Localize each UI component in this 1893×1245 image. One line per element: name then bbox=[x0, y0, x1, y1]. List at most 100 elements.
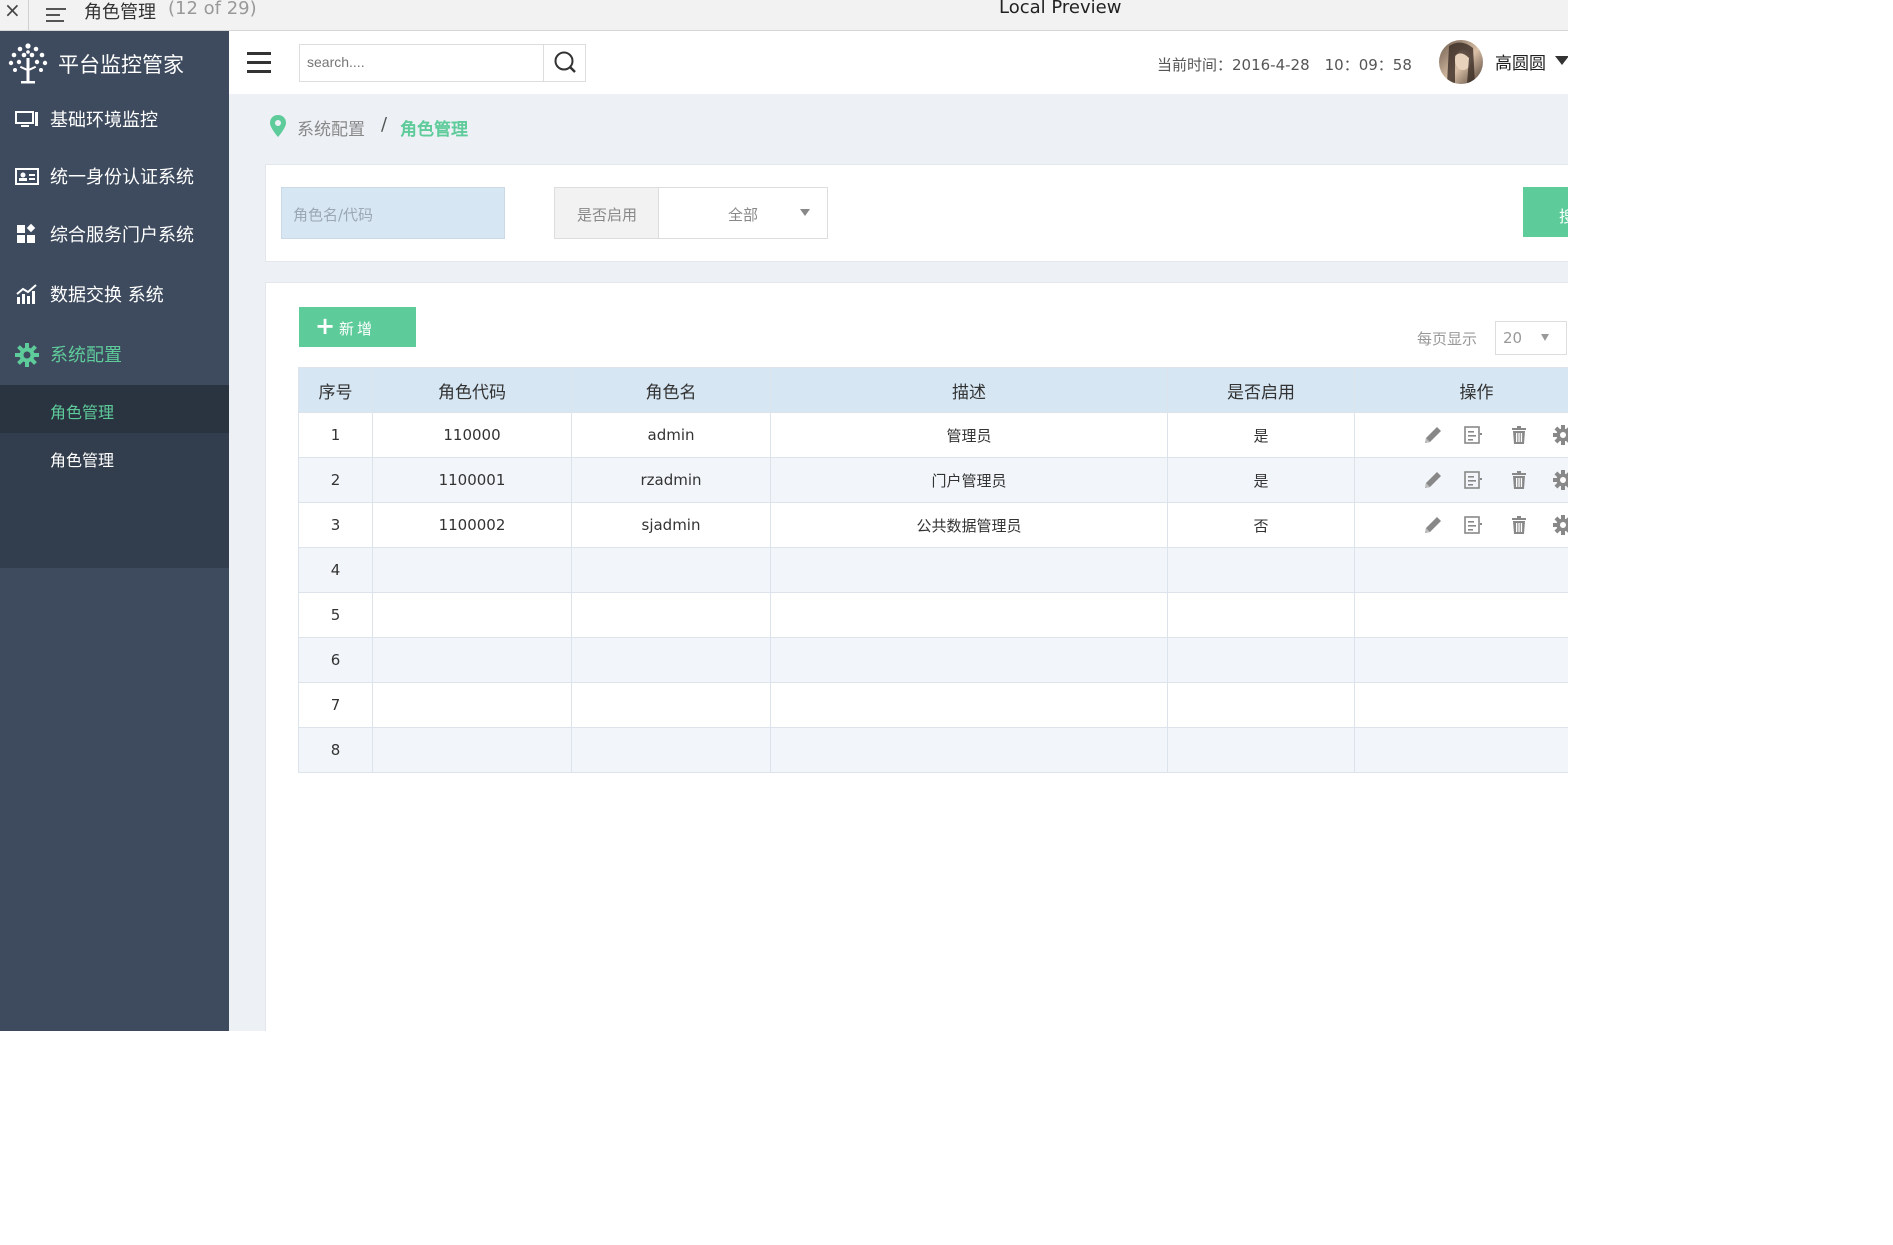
cell-index: 7 bbox=[298, 682, 373, 728]
col-header-enabled: 是否启用 bbox=[1167, 367, 1355, 413]
app-logo-text: 平台监控管家 bbox=[58, 53, 184, 77]
add-button[interactable]: + 新增 bbox=[299, 307, 416, 347]
close-icon[interactable]: × bbox=[4, 0, 21, 22]
sidebar-item-infra-monitor[interactable]: 基础环境监控 bbox=[0, 99, 229, 139]
cell-enabled: 是 bbox=[1167, 412, 1355, 458]
cell-description bbox=[770, 592, 1168, 638]
menu-icon[interactable] bbox=[46, 4, 66, 26]
main-content: 系统配置 / 角色管理 角色名/代码 是否启用 全部 搜 + 新增 每页显示 2… bbox=[229, 94, 1568, 1031]
cell-index: 5 bbox=[298, 592, 373, 638]
per-page-value: 20 bbox=[1503, 329, 1523, 347]
breadcrumb-separator: / bbox=[381, 114, 388, 135]
per-page-label: 每页显示 bbox=[1417, 330, 1478, 348]
cell-enabled bbox=[1167, 592, 1355, 638]
col-header-index: 序号 bbox=[298, 367, 373, 413]
sidebar-item-label: 数据交换 系统 bbox=[50, 285, 164, 306]
filter-panel: 角色名/代码 是否启用 全部 搜 bbox=[265, 164, 1568, 262]
enabled-filter-label-text: 是否启用 bbox=[577, 206, 638, 224]
per-page-select[interactable]: 20 bbox=[1495, 321, 1567, 355]
sidebar-item-system-config[interactable]: 系统配置 bbox=[0, 334, 229, 374]
hamburger-icon[interactable] bbox=[247, 52, 271, 79]
cell-name bbox=[571, 547, 771, 593]
gear-icon[interactable] bbox=[1552, 424, 1568, 446]
cell-index: 2 bbox=[298, 457, 373, 503]
submenu-item-role-management[interactable]: 角色管理 bbox=[0, 385, 229, 433]
cell-description: 门户管理员 bbox=[770, 457, 1168, 503]
cell-description bbox=[770, 682, 1168, 728]
sidebar-item-data-exchange[interactable]: 数据交换 系统 bbox=[0, 274, 229, 314]
cell-code bbox=[372, 682, 572, 728]
cell-name: rzadmin bbox=[571, 457, 771, 503]
trash-icon[interactable] bbox=[1508, 514, 1530, 536]
avatar[interactable] bbox=[1439, 40, 1483, 84]
col-header-description: 描述 bbox=[770, 367, 1168, 413]
window-title: 角色管理 bbox=[84, 2, 156, 23]
cell-actions bbox=[1354, 592, 1568, 638]
window-page-count: (12 of 29) bbox=[168, 0, 257, 19]
cell-index: 4 bbox=[298, 547, 373, 593]
role-name-input[interactable]: 角色名/代码 bbox=[281, 187, 505, 239]
table-row: 5 bbox=[298, 592, 1568, 638]
pencil-icon[interactable] bbox=[1422, 469, 1444, 491]
breadcrumb-parent[interactable]: 系统配置 bbox=[297, 115, 365, 140]
search-input[interactable] bbox=[300, 45, 550, 79]
trash-icon[interactable] bbox=[1508, 469, 1530, 491]
cell-enabled bbox=[1167, 547, 1355, 593]
detail-icon[interactable] bbox=[1462, 514, 1484, 536]
detail-icon[interactable] bbox=[1462, 469, 1484, 491]
gear-icon[interactable] bbox=[1552, 469, 1568, 491]
preview-title: Local Preview bbox=[999, 0, 1122, 18]
sidebar-item-label: 综合服务门户系统 bbox=[50, 225, 194, 246]
enabled-filter-label: 是否启用 bbox=[554, 187, 660, 239]
cell-actions bbox=[1354, 682, 1568, 728]
table-row: 8 bbox=[298, 727, 1568, 773]
gear-icon[interactable] bbox=[1552, 514, 1568, 536]
gear-icon bbox=[15, 343, 39, 367]
cell-name bbox=[571, 592, 771, 638]
app-viewport: × 角色管理 (12 of 29) Local Preview 平台监控管家 基… bbox=[0, 0, 1568, 1031]
cell-description bbox=[770, 547, 1168, 593]
cell-description: 管理员 bbox=[770, 412, 1168, 458]
cell-enabled bbox=[1167, 727, 1355, 773]
sidebar-item-identity-auth[interactable]: 统一身份认证系统 bbox=[0, 156, 229, 196]
cell-actions bbox=[1354, 457, 1568, 503]
username[interactable]: 高圆圆 bbox=[1495, 49, 1546, 74]
query-button[interactable]: 搜 bbox=[1523, 187, 1568, 237]
pencil-icon[interactable] bbox=[1422, 424, 1444, 446]
submenu-item-label: 角色管理 bbox=[50, 403, 115, 422]
table-row: 3 1100002 sjadmin 公共数据管理员否 bbox=[298, 502, 1568, 548]
cell-description: 公共数据管理员 bbox=[770, 502, 1168, 548]
col-header-actions: 操作 bbox=[1354, 367, 1568, 413]
detail-icon[interactable] bbox=[1462, 424, 1484, 446]
window-titlebar: × 角色管理 (12 of 29) Local Preview bbox=[0, 0, 1568, 31]
enabled-filter-select[interactable]: 全部 bbox=[658, 187, 828, 239]
sidebar-item-label: 基础环境监控 bbox=[50, 110, 158, 131]
caret-down-icon bbox=[800, 209, 810, 216]
sidebar-item-service-portal[interactable]: 综合服务门户系统 bbox=[0, 214, 229, 254]
caret-down-icon[interactable] bbox=[1555, 56, 1568, 65]
cell-index: 6 bbox=[298, 637, 373, 683]
cell-code: 1100002 bbox=[372, 502, 572, 548]
cell-code: 110000 bbox=[372, 412, 572, 458]
location-pin-icon bbox=[269, 114, 287, 142]
monitor-icon bbox=[15, 108, 39, 130]
cell-code bbox=[372, 637, 572, 683]
search-box bbox=[299, 44, 586, 82]
cell-name: sjadmin bbox=[571, 502, 771, 548]
chart-icon bbox=[15, 283, 39, 305]
cell-actions bbox=[1354, 727, 1568, 773]
submenu-item-role-management-2[interactable]: 角色管理 bbox=[0, 433, 229, 481]
plus-icon: + bbox=[315, 312, 336, 340]
cell-actions bbox=[1354, 547, 1568, 593]
cell-code: 1100001 bbox=[372, 457, 572, 503]
cell-enabled: 是 bbox=[1167, 457, 1355, 503]
cell-name bbox=[571, 682, 771, 728]
top-header: 当前时间：2016-4-28 10：09：58 高圆圆 bbox=[229, 31, 1568, 94]
role-table: 序号 角色代码 角色名 描述 是否启用 操作 1 110000 admin 管理员是 2… bbox=[298, 367, 1568, 773]
search-icon[interactable] bbox=[543, 45, 586, 81]
table-row: 7 bbox=[298, 682, 1568, 728]
cell-actions bbox=[1354, 412, 1568, 458]
table-row: 4 bbox=[298, 547, 1568, 593]
trash-icon[interactable] bbox=[1508, 424, 1530, 446]
pencil-icon[interactable] bbox=[1422, 514, 1444, 536]
